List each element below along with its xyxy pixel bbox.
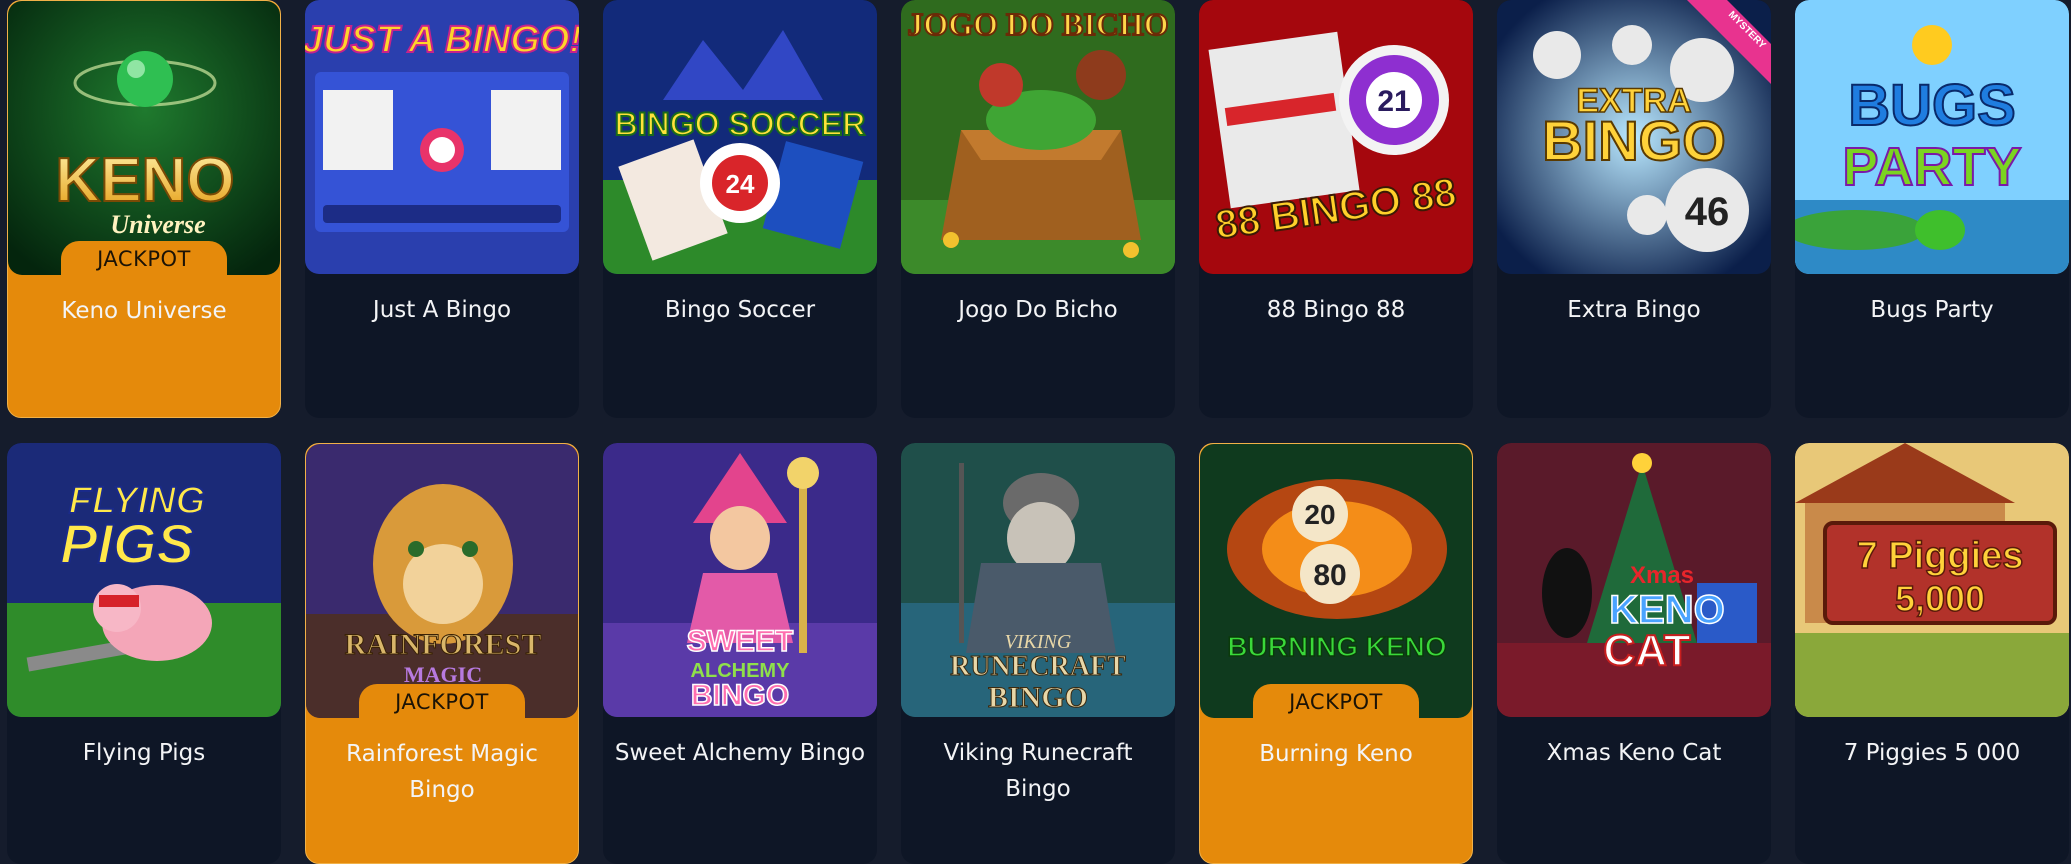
game-card-just-a-bingo[interactable]: JUST A BINGO! Just A Bingo xyxy=(305,0,579,418)
svg-text:RAINFOREST: RAINFOREST xyxy=(345,628,542,661)
svg-text:RUNECRAFT: RUNECRAFT xyxy=(950,651,1126,682)
game-thumbnail[interactable]: 20 80 BURNING KENO xyxy=(1200,444,1472,718)
svg-text:80: 80 xyxy=(1313,559,1346,592)
game-card-88-bingo-88[interactable]: 21 88 BINGO 88 88 Bingo 88 xyxy=(1199,0,1473,418)
game-title: Viking Runecraft Bingo xyxy=(943,740,1133,802)
game-card-bugs-party[interactable]: BUGS PARTY Bugs Party xyxy=(1795,0,2069,418)
game-thumbnail[interactable]: RAINFOREST MAGIC xyxy=(306,444,578,718)
svg-text:VIKING: VIKING xyxy=(1005,631,1072,653)
game-title: Extra Bingo xyxy=(1567,297,1701,323)
game-thumbnail[interactable]: FLYING PIGS xyxy=(7,443,281,717)
game-card-bingo-soccer[interactable]: 24 BINGO SOCCER Bingo Soccer xyxy=(603,0,877,418)
game-thumbnail[interactable]: BUGS PARTY xyxy=(1795,0,2069,274)
game-title: Bingo Soccer xyxy=(664,297,816,323)
svg-text:PARTY: PARTY xyxy=(1842,137,2021,197)
game-card-burning-keno[interactable]: 20 80 BURNING KENO JACKPOT Burning Keno xyxy=(1199,443,1473,864)
svg-text:21: 21 xyxy=(1377,85,1410,118)
game-thumbnail[interactable]: 7 Piggies 5,000 xyxy=(1795,443,2069,717)
jackpot-badge: JACKPOT xyxy=(1253,684,1419,720)
svg-text:KENO: KENO xyxy=(55,146,234,215)
svg-text:5,000: 5,000 xyxy=(1895,578,1985,619)
game-card-jogo-do-bicho[interactable]: JOGO DO BICHO Jogo Do Bicho xyxy=(901,0,1175,418)
game-thumbnail[interactable]: VIKING RUNECRAFT BINGO xyxy=(901,443,1175,717)
game-card-rainforest-magic-bingo[interactable]: RAINFOREST MAGIC JACKPOT Rainforest Magi… xyxy=(305,443,579,864)
game-thumbnail[interactable]: JUST A BINGO! xyxy=(305,0,579,274)
game-title: 7 Piggies 5 000 xyxy=(1843,740,2021,766)
game-card-flying-pigs[interactable]: FLYING PIGS Flying Pigs xyxy=(7,443,281,864)
game-thumbnail[interactable]: 24 BINGO SOCCER xyxy=(603,0,877,274)
game-title: Xmas Keno Cat xyxy=(1546,740,1722,766)
jackpot-badge: JACKPOT xyxy=(359,684,525,720)
game-thumbnail[interactable]: 21 88 BINGO 88 xyxy=(1199,0,1473,274)
svg-text:PIGS: PIGS xyxy=(60,512,194,575)
game-card-viking-runecraft-bingo[interactable]: VIKING RUNECRAFT BINGO Viking Runecraft … xyxy=(901,443,1175,864)
svg-text:24: 24 xyxy=(726,169,755,199)
svg-text:7 Piggies: 7 Piggies xyxy=(1857,535,2024,577)
game-thumbnail[interactable]: Xmas KENO CAT xyxy=(1497,443,1771,717)
svg-text:46: 46 xyxy=(1685,190,1730,234)
jackpot-badge: JACKPOT xyxy=(61,241,227,277)
svg-text:BINGO: BINGO xyxy=(691,679,789,712)
game-title: Jogo Do Bicho xyxy=(958,297,1118,323)
game-thumbnail[interactable]: JOGO DO BICHO xyxy=(901,0,1175,274)
svg-text:BINGO SOCCER: BINGO SOCCER xyxy=(615,106,866,142)
game-card-extra-bingo[interactable]: 46 EXTRA BINGO MYSTERY Extra Bingo xyxy=(1497,0,1771,418)
game-grid: KENO Universe JACKPOT Keno Universe JUST… xyxy=(0,0,2071,864)
svg-text:Universe: Universe xyxy=(110,210,205,239)
game-title: Rainforest Magic Bingo xyxy=(346,741,538,803)
svg-text:BINGO: BINGO xyxy=(1542,109,1726,172)
svg-text:JUST A BINGO!: JUST A BINGO! xyxy=(305,19,579,61)
svg-text:CAT: CAT xyxy=(1603,626,1690,675)
game-title: Keno Universe xyxy=(61,298,227,324)
game-title: Flying Pigs xyxy=(82,740,206,766)
game-title: Just A Bingo xyxy=(372,297,512,323)
game-thumbnail[interactable]: KENO Universe xyxy=(8,1,280,275)
game-title: Burning Keno xyxy=(1259,741,1413,767)
game-title: 88 Bingo 88 xyxy=(1266,297,1406,323)
game-title: Bugs Party xyxy=(1870,297,1994,323)
svg-text:BUGS: BUGS xyxy=(1848,73,2016,138)
svg-text:SWEET: SWEET xyxy=(687,625,794,658)
game-card-xmas-keno-cat[interactable]: Xmas KENO CAT Xmas Keno Cat xyxy=(1497,443,1771,864)
game-card-keno-universe[interactable]: KENO Universe JACKPOT Keno Universe xyxy=(7,0,281,418)
svg-text:BURNING KENO: BURNING KENO xyxy=(1227,631,1446,662)
game-thumbnail[interactable]: SWEET ALCHEMY BINGO xyxy=(603,443,877,717)
game-card-sweet-alchemy-bingo[interactable]: SWEET ALCHEMY BINGO Sweet Alchemy Bingo xyxy=(603,443,877,864)
svg-text:BINGO: BINGO xyxy=(988,681,1088,714)
game-title: Sweet Alchemy Bingo xyxy=(614,740,866,766)
game-thumbnail[interactable]: 46 EXTRA BINGO MYSTERY xyxy=(1497,0,1771,274)
svg-text:Xmas: Xmas xyxy=(1630,562,1694,589)
game-card-7-piggies-5000[interactable]: 7 Piggies 5,000 7 Piggies 5 000 xyxy=(1795,443,2069,864)
svg-text:JOGO DO BICHO: JOGO DO BICHO xyxy=(907,6,1168,42)
svg-text:20: 20 xyxy=(1304,499,1335,530)
